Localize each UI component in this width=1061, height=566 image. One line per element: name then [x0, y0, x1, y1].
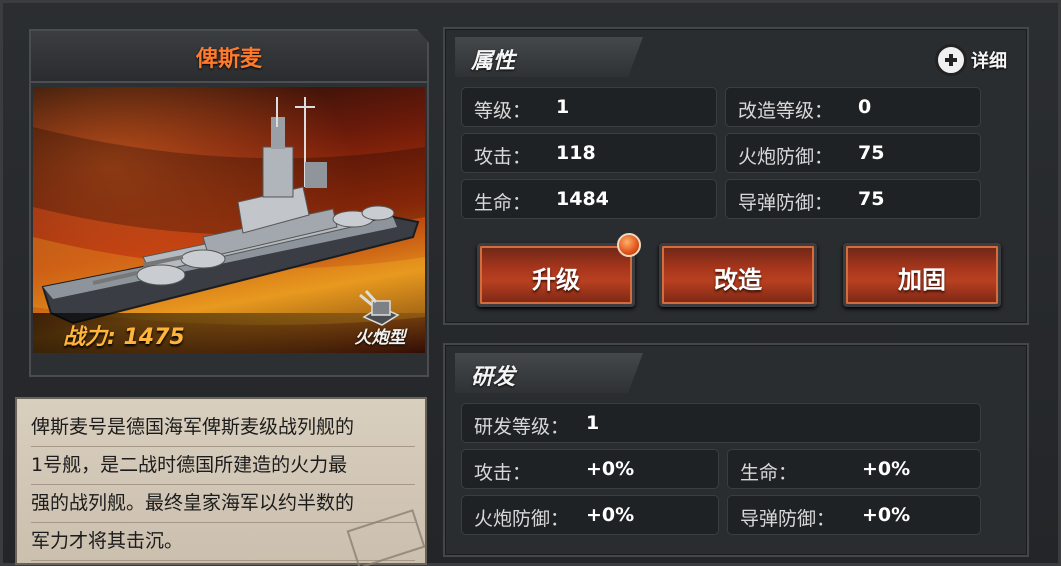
refit-button-label: 改造	[714, 266, 762, 294]
research-gun-defense-bonus: 火炮防御： +0%	[461, 495, 719, 535]
ship-portrait: 战力: 1475 火炮型	[33, 87, 425, 353]
research-level: 研发等级： 1	[461, 403, 981, 443]
stat-gun-defense: 火炮防御： 75	[725, 133, 981, 173]
upgrade-button[interactable]: 升级	[477, 243, 635, 307]
refit-button[interactable]: 改造	[659, 243, 817, 307]
stat-value: 75	[858, 142, 885, 164]
stat-value: +0%	[862, 458, 911, 480]
stat-value: +0%	[586, 504, 635, 526]
stat-value: 0	[858, 96, 872, 118]
stat-label: 火炮防御：	[474, 508, 570, 530]
stat-label: 研发等级：	[474, 416, 570, 438]
stat-missile-defense: 导弹防御： 75	[725, 179, 981, 219]
stat-label: 等级：	[474, 100, 532, 122]
ship-column: 俾斯麦 战力: 1475 火炮型 俾斯麦号是德国海军俾斯麦级战列舰的 1号舰，是…	[15, 25, 429, 566]
stat-value: +0%	[586, 458, 635, 480]
ship-type-badge: 火炮型	[345, 287, 415, 353]
research-panel: 研发 研发等级： 1 攻击： +0% 生命： +0% 火炮防御： +0% 导弹防…	[443, 343, 1029, 557]
research-missile-defense-bonus: 导弹防御： +0%	[727, 495, 981, 535]
upgrade-button-label: 升级	[532, 266, 580, 294]
ship-card: 俾斯麦 战力: 1475 火炮型	[29, 29, 429, 377]
stat-label: 火炮防御：	[738, 146, 834, 168]
ship-type-label: 火炮型	[354, 328, 406, 348]
description-line: 1号舰，是二战时德国所建造的火力最	[31, 447, 415, 485]
stat-label: 攻击：	[474, 462, 532, 484]
description-line: 俾斯麦号是德国海军俾斯麦级战列舰的	[31, 409, 415, 447]
combat-power: 战力: 1475	[63, 325, 185, 350]
attributes-panel: 属性 详细 等级： 1 改造等级： 0 攻击： 118 火炮防御： 75 生命：…	[443, 27, 1029, 325]
research-hp-bonus: 生命： +0%	[727, 449, 981, 489]
stat-label: 生命：	[740, 462, 798, 484]
stat-value: 1	[556, 96, 570, 118]
detail-button[interactable]: 详细	[935, 43, 1007, 77]
stat-hp: 生命： 1484	[461, 179, 717, 219]
stat-label: 导弹防御：	[740, 508, 836, 530]
stat-label: 生命：	[474, 192, 532, 214]
attributes-tab-label: 属性	[471, 49, 516, 74]
attributes-tab: 属性	[455, 37, 643, 77]
detail-label: 详细	[971, 51, 1007, 72]
stat-value: 1484	[556, 188, 609, 210]
stat-value: 118	[556, 142, 596, 164]
reinforce-button[interactable]: 加固	[843, 243, 1001, 307]
stat-value: +0%	[862, 504, 911, 526]
upgrade-notification-dot	[617, 233, 641, 257]
stat-value: 75	[858, 188, 885, 210]
research-tab-label: 研发	[471, 365, 516, 390]
stat-attack: 攻击： 118	[461, 133, 717, 173]
stat-refit-level: 改造等级： 0	[725, 87, 981, 127]
ship-description-card: 俾斯麦号是德国海军俾斯麦级战列舰的 1号舰，是二战时德国所建造的火力最 强的战列…	[15, 397, 427, 566]
naval-gun-icon	[359, 289, 400, 326]
stat-level: 等级： 1	[461, 87, 717, 127]
description-line: 强的战列舰。最终皇家海军以约半数的	[31, 485, 415, 523]
ship-name: 俾斯麦	[195, 47, 262, 72]
stat-label: 导弹防御：	[738, 192, 834, 214]
stat-value: 1	[586, 412, 600, 434]
ship-title-bar: 俾斯麦	[31, 31, 427, 83]
research-attack-bonus: 攻击： +0%	[461, 449, 719, 489]
magnifier-plus-icon	[935, 44, 967, 76]
research-tab: 研发	[455, 353, 643, 393]
reinforce-button-label: 加固	[898, 266, 946, 294]
stat-label: 改造等级：	[738, 100, 834, 122]
ship-info-window: 俾斯麦 战力: 1475 火炮型 俾斯麦号是德国海军俾斯麦级战列舰的 1号舰，是…	[0, 0, 1061, 566]
stat-label: 攻击：	[474, 146, 532, 168]
